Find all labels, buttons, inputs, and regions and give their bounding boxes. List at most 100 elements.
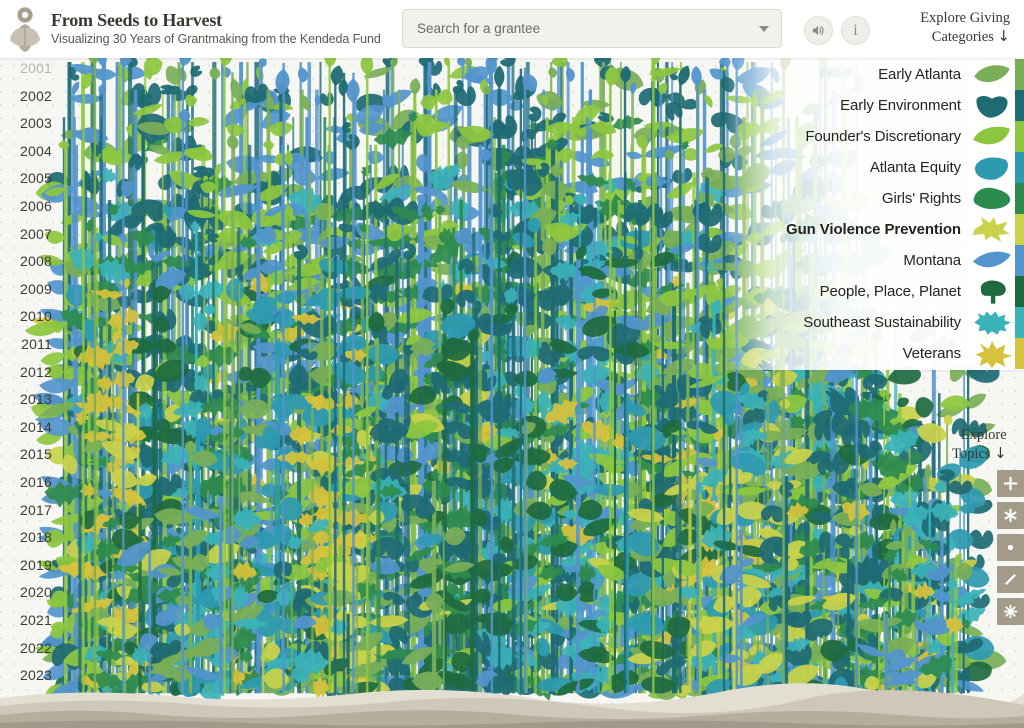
legend-item-label: Gun Violence Prevention xyxy=(786,221,961,238)
plant-stem xyxy=(575,255,580,694)
plant-bud xyxy=(548,67,557,78)
asterisk-6-icon xyxy=(1004,508,1017,523)
plant-stem xyxy=(698,476,702,694)
legend-item-label: Atlanta Equity xyxy=(869,159,961,176)
plus-icon xyxy=(1003,476,1018,491)
info-button[interactable]: i xyxy=(841,16,870,45)
plant-stem xyxy=(63,144,68,694)
pointed-leaf-icon xyxy=(973,251,1011,267)
search-input[interactable] xyxy=(415,20,751,37)
year-label-2007: 2007 xyxy=(20,225,52,242)
legend-item-gun-violence-prevention[interactable]: Gun Violence Prevention xyxy=(724,214,1024,245)
year-label-2005: 2005 xyxy=(20,170,52,187)
legend-color-swatch xyxy=(1015,214,1024,245)
slash-icon xyxy=(1004,573,1017,586)
year-label-2009: 2009 xyxy=(20,280,52,297)
oval-leaf-icon xyxy=(974,64,1010,82)
dot-icon xyxy=(1007,544,1014,551)
year-label-2023: 2023 xyxy=(20,667,52,684)
plant-stem xyxy=(498,81,501,694)
oak-leaf-icon xyxy=(974,310,1011,335)
dot-tool[interactable] xyxy=(997,534,1024,561)
legend-color-swatch xyxy=(1015,245,1024,276)
plant-stem xyxy=(442,531,445,694)
plant-stem xyxy=(87,227,91,694)
plant-stem xyxy=(328,61,331,694)
plant-stem xyxy=(519,68,523,694)
plant-stem xyxy=(434,476,437,694)
plant-stem xyxy=(270,338,273,694)
explore-giving-categories-button[interactable]: Explore Giving Categories ↓ xyxy=(920,9,1010,46)
year-label-2019: 2019 xyxy=(20,556,52,573)
plant-bud xyxy=(190,65,203,77)
legend-item-montana[interactable]: Montana xyxy=(724,245,1024,276)
legend-item-girls-rights[interactable]: Girls' Rights xyxy=(724,183,1024,214)
legend-item-label: Veterans xyxy=(902,345,962,362)
plant-stem xyxy=(784,476,789,694)
plant-bud xyxy=(297,67,309,83)
starburst-tool[interactable] xyxy=(997,598,1024,625)
plant-stem xyxy=(82,83,85,694)
plant-stem xyxy=(93,58,97,694)
legend-item-atlanta-equity[interactable]: Atlanta Equity xyxy=(724,152,1024,183)
plant-stem xyxy=(679,79,682,694)
plant-stem xyxy=(490,68,494,694)
plant-stem xyxy=(696,80,699,694)
year-label-2002: 2002 xyxy=(20,87,52,104)
year-label-2001: 2001 xyxy=(20,60,52,76)
legend-item-label: Montana xyxy=(903,252,961,269)
plant-stem xyxy=(609,79,612,694)
grantee-search[interactable] xyxy=(402,9,782,48)
plant-stem xyxy=(523,67,527,694)
speaker-icon xyxy=(812,25,824,36)
plant-stem xyxy=(511,310,516,694)
plant-stem xyxy=(675,476,680,694)
kendeda-flower-logo-icon xyxy=(10,7,40,52)
chevron-down-icon[interactable] xyxy=(759,25,769,32)
plant-stem xyxy=(614,310,616,694)
ground-soil-layer xyxy=(0,683,1024,728)
plus-tool[interactable] xyxy=(997,470,1024,497)
legend-item-early-environment[interactable]: Early Environment xyxy=(724,90,1024,121)
app-header: From Seeds to Harvest Visualizing 30 Yea… xyxy=(0,0,1024,58)
sound-toggle-button[interactable] xyxy=(804,16,833,45)
year-label-2004: 2004 xyxy=(20,142,52,159)
legend-item-label: Southeast Sustainability xyxy=(803,314,961,331)
plant-stem xyxy=(148,531,152,694)
plant-bud xyxy=(528,106,542,123)
down-arrow-icon: ↓ xyxy=(997,27,1010,46)
giving-categories-legend[interactable]: Early Atlanta Early Environment Founder's … xyxy=(724,56,1024,370)
plant-stem xyxy=(181,60,184,694)
explore-topics-line1: Explore xyxy=(960,427,1007,443)
legend-item-southeast-sustainability[interactable]: Southeast Sustainability xyxy=(724,307,1024,338)
plant-stem xyxy=(95,227,99,694)
plant-stem xyxy=(951,586,955,694)
legend-item-label: Early Environment xyxy=(840,97,961,114)
explore-topics-button[interactable]: Explore Topics ↓ xyxy=(952,426,1007,463)
plant-stem xyxy=(376,448,381,694)
plant-bud xyxy=(263,140,274,150)
legend-color-swatch xyxy=(1015,152,1024,183)
legend-item-founder-s-discretionary[interactable]: Founder's Discretionary xyxy=(724,121,1024,152)
legend-item-early-atlanta[interactable]: Early Atlanta xyxy=(724,59,1024,90)
plant-stem xyxy=(641,144,644,694)
plant-stem xyxy=(352,72,355,694)
explore-topics-line2: Topics xyxy=(952,446,991,463)
asterisk-tool[interactable] xyxy=(997,502,1024,529)
legend-item-people-place-planet[interactable]: People, Place, Planet xyxy=(724,276,1024,307)
year-label-2017: 2017 xyxy=(20,501,52,518)
plant-leaf xyxy=(695,201,723,227)
legend-color-swatch xyxy=(1015,90,1024,121)
slash-tool[interactable] xyxy=(997,566,1024,593)
legend-color-swatch xyxy=(1015,276,1024,307)
plant-stem xyxy=(652,59,655,694)
plant-stem xyxy=(277,338,281,694)
plant-stem xyxy=(401,144,404,694)
topic-tool-buttons[interactable] xyxy=(997,470,1024,625)
legend-color-swatch xyxy=(1015,59,1024,90)
legend-color-swatch xyxy=(1015,338,1024,369)
year-label-2013: 2013 xyxy=(20,391,52,408)
year-label-2011: 2011 xyxy=(21,336,52,352)
legend-item-veterans[interactable]: Veterans xyxy=(724,338,1024,369)
year-label-2016: 2016 xyxy=(20,474,52,490)
